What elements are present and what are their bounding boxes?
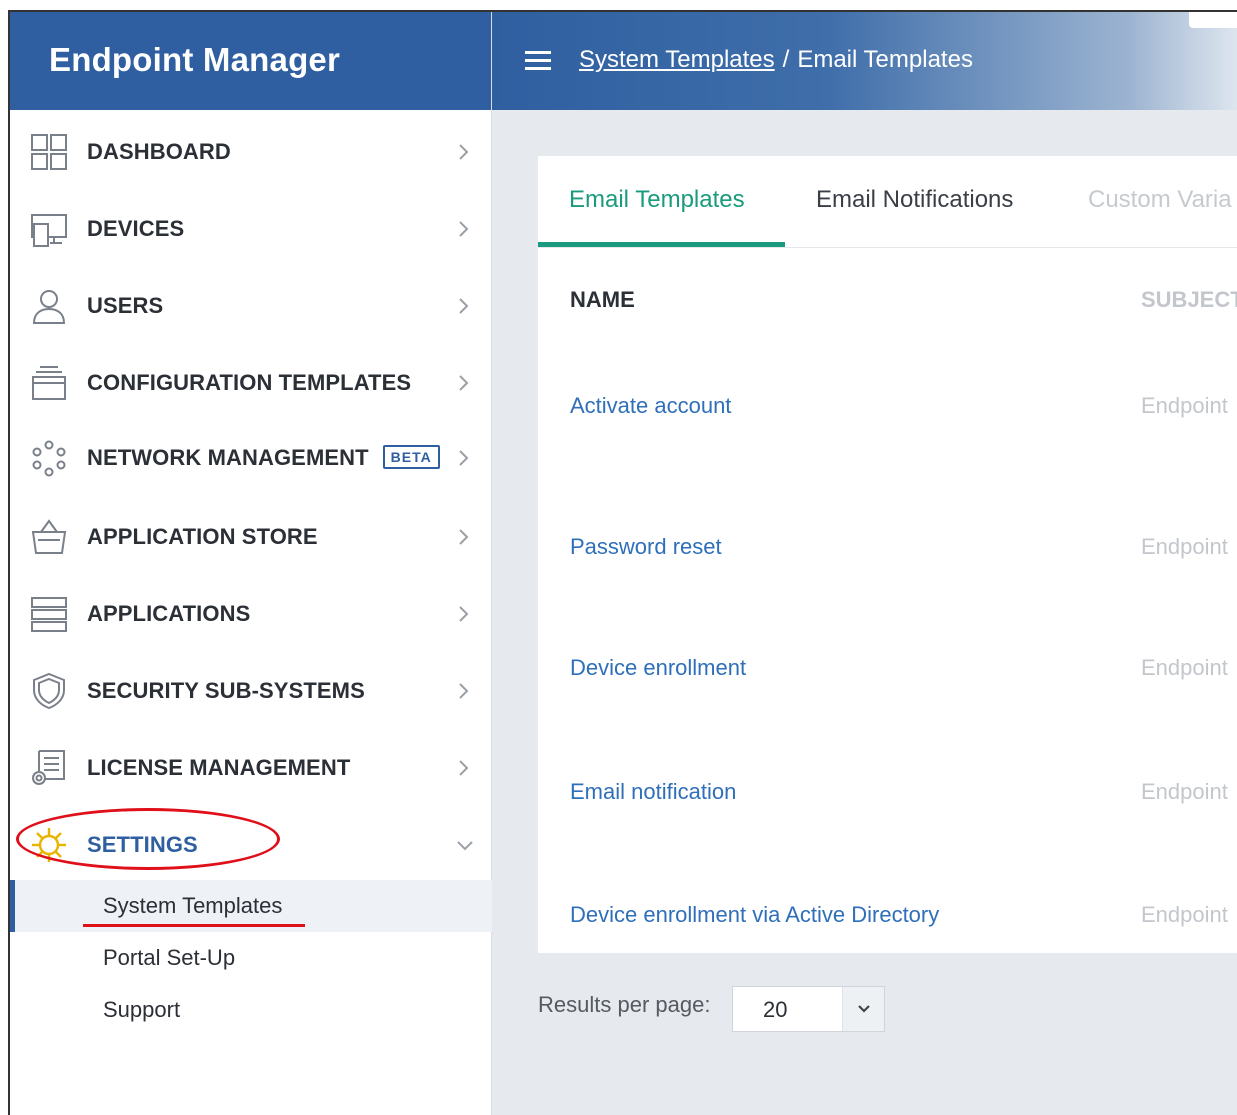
column-header-name[interactable]: NAME [570,287,635,313]
chevron-right-icon [459,529,469,545]
submenu-item-support[interactable]: Support [10,984,492,1036]
sidebar-item-license-management[interactable]: LICENSE MANAGEMENT [10,733,492,803]
chevron-right-icon [459,221,469,237]
sidebar-item-applications[interactable]: APPLICATIONS [10,579,492,649]
sidebar-item-devices[interactable]: DEVICES [10,194,492,264]
chevron-right-icon [459,375,469,391]
submenu-item-portal-set-up[interactable]: Portal Set-Up [10,932,492,984]
chevron-down-icon[interactable] [842,987,884,1031]
chevron-down-icon [457,841,473,851]
sidebar-item-label: NETWORK MANAGEMENT BETA [87,445,440,471]
template-name-link[interactable]: Activate account [570,393,731,419]
template-subject: Endpoint [1141,902,1228,927]
sidebar-item-label: DASHBOARD [87,139,231,164]
active-tab-indicator [538,242,785,247]
chevron-right-icon [459,298,469,314]
sidebar-item-label: LICENSE MANAGEMENT [87,755,351,780]
shield-icon [30,672,68,710]
sidebar: Endpoint Manager DASHBOARD DEVICES USERS [10,12,492,1115]
top-bar: System Templates / Email Templates [492,12,1237,110]
breadcrumb-current: Email Templates [797,46,973,73]
layers-icon [30,364,68,402]
sidebar-item-application-store[interactable]: APPLICATION STORE [10,502,492,572]
annotation-underline [83,924,305,927]
template-name-link[interactable]: Device enrollment [570,655,746,681]
breadcrumb: System Templates / Email Templates [579,46,973,74]
results-per-page-label: Results per page: [538,992,711,1017]
main-content: System Templates / Email Templates Email T… [492,12,1237,1115]
menu-icon[interactable] [525,51,551,71]
sidebar-item-label: CONFIGURATION TEMPLATES [87,370,412,395]
template-subject: Endpoint [1141,534,1228,559]
chevron-right-icon [459,450,469,466]
store-basket-icon [30,518,68,556]
sidebar-item-users[interactable]: USERS [10,271,492,341]
sidebar-item-label: SECURITY SUB-SYSTEMS [87,678,365,703]
app-frame: Endpoint Manager DASHBOARD DEVICES USERS [8,10,1237,1115]
tab-email-templates[interactable]: Email Templates [569,186,745,214]
templates-card: Email Templates Email Notifications Cust… [538,156,1237,953]
license-icon [30,749,68,787]
beta-badge: BETA [382,445,440,469]
template-name-link[interactable]: Device enrollment via Active Directory [570,902,939,928]
annotation-ellipse [16,808,280,870]
template-subject: Endpoint [1141,779,1228,804]
top-corner [1189,12,1237,28]
sidebar-item-dashboard[interactable]: DASHBOARD [10,117,492,187]
chevron-right-icon [459,760,469,776]
applications-icon [30,595,68,633]
chevron-right-icon [459,683,469,699]
tab-bar: Email Templates Email Notifications Cust… [538,156,1237,248]
tab-custom-variables[interactable]: Custom Varia [1088,186,1232,214]
sidebar-item-label: APPLICATION STORE [87,524,318,549]
sidebar-item-label: APPLICATIONS [87,601,251,626]
template-name-link[interactable]: Password reset [570,534,722,560]
sidebar-item-network-management[interactable]: NETWORK MANAGEMENT BETA [10,423,492,493]
template-name-link[interactable]: Email notification [570,779,736,805]
column-header-subject[interactable]: SUBJECT [1141,287,1237,313]
sidebar-item-label: DEVICES [87,216,185,241]
user-icon [30,287,68,325]
breadcrumb-separator: / [782,46,790,73]
results-per-page-select[interactable]: 20 [732,986,885,1032]
template-subject: Endpoint [1141,393,1228,418]
sidebar-item-security-sub-systems[interactable]: SECURITY SUB-SYSTEMS [10,656,492,726]
breadcrumb-link[interactable]: System Templates [579,46,775,73]
app-title: Endpoint Manager [10,12,491,110]
template-subject: Endpoint [1141,655,1228,680]
sidebar-item-label: USERS [87,293,164,318]
chevron-right-icon [459,144,469,160]
chevron-right-icon [459,606,469,622]
sidebar-item-configuration-templates[interactable]: CONFIGURATION TEMPLATES [10,348,492,418]
results-per-page-value: 20 [763,997,788,1022]
dashboard-icon [30,133,68,171]
network-icon [30,439,68,477]
tab-email-notifications[interactable]: Email Notifications [816,186,1013,214]
devices-icon [30,210,68,248]
